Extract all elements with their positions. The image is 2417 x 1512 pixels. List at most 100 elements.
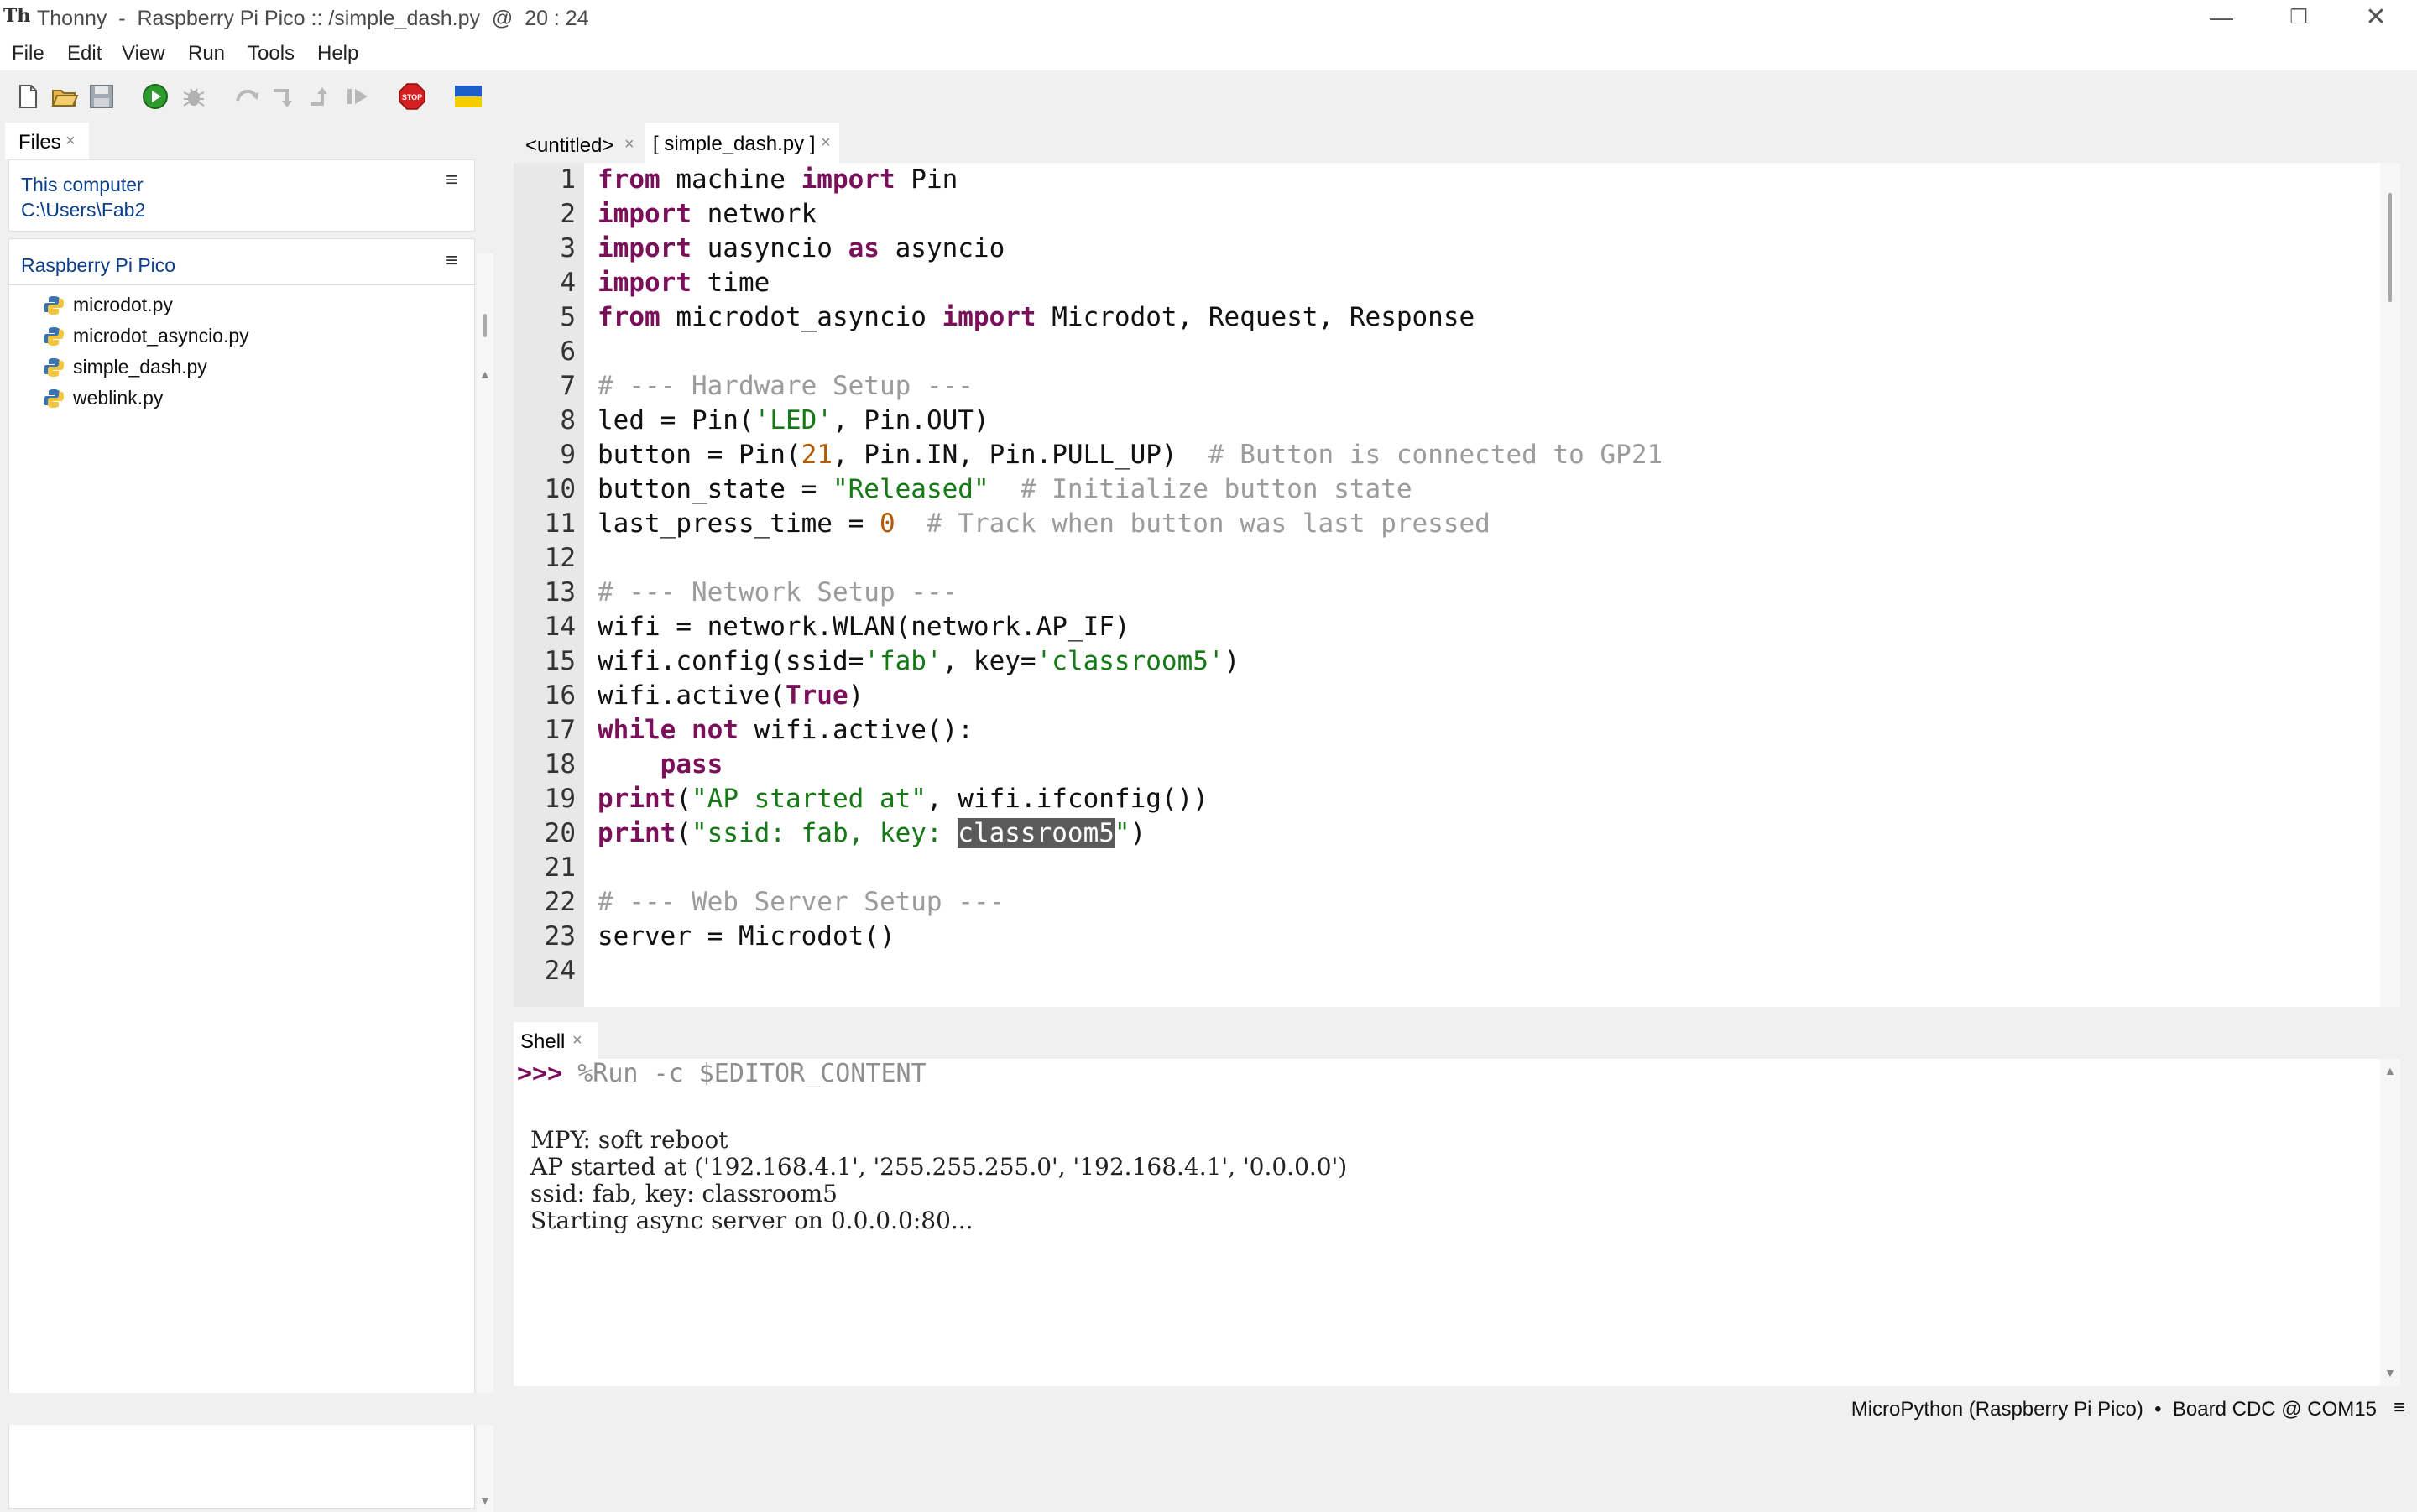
code-line: print("ssid: fab, key: classroom5") bbox=[598, 818, 1146, 848]
code-line: print("AP started at", wifi.ifconfig()) bbox=[598, 784, 1208, 814]
shell-tab[interactable]: Shell × bbox=[514, 1022, 598, 1059]
line-number-gutter: 1 2 3 4 5 6 7 8 9 10 11 12 13 14 15 16 17 18 19 20 21 22 23 24 bbox=[514, 163, 584, 1007]
line-number: 9 bbox=[560, 440, 576, 470]
save-icon[interactable] bbox=[87, 82, 116, 111]
file-name: microdot.py bbox=[73, 294, 173, 315]
file-row[interactable]: weblink.py bbox=[43, 384, 479, 414]
line-number: 8 bbox=[560, 405, 576, 435]
scroll-up-icon[interactable]: ▲ bbox=[479, 368, 491, 381]
tab-untitled[interactable]: <untitled> × bbox=[514, 126, 639, 163]
shell-scrollbar[interactable]: ▲ ▼ bbox=[2380, 1059, 2400, 1386]
menu-bar: File Edit View Run Tools Help bbox=[0, 37, 2417, 70]
run-icon[interactable] bbox=[141, 82, 170, 111]
stop-icon[interactable]: STOP bbox=[398, 82, 426, 111]
menu-help[interactable]: Help bbox=[317, 42, 358, 65]
menu-icon[interactable]: ≡ bbox=[446, 249, 457, 273]
shell-prompt: >>> %Run -c $EDITOR_CONTENT bbox=[517, 1059, 927, 1088]
python-file-icon bbox=[44, 358, 64, 377]
step-into-icon[interactable] bbox=[270, 82, 299, 111]
this-computer-path[interactable]: C:\Users\Fab2 bbox=[21, 199, 145, 222]
menu-file[interactable]: File bbox=[12, 42, 44, 65]
scrollbar-thumb[interactable] bbox=[483, 314, 487, 337]
toolbar: STOP bbox=[0, 70, 2417, 123]
line-number: 3 bbox=[560, 233, 576, 263]
files-panel: Files × This computer C:\Users\Fab2 ≡ Ra… bbox=[0, 123, 504, 1512]
tab-label: [ simple_dash.py ] bbox=[653, 133, 816, 155]
code-line: pass bbox=[660, 749, 723, 779]
line-number: 15 bbox=[544, 646, 576, 676]
code-line: import uasyncio as asyncio bbox=[598, 233, 1005, 263]
menu-icon[interactable]: ≡ bbox=[2394, 1396, 2405, 1420]
code-line: from machine import Pin bbox=[598, 164, 958, 195]
files-scrollbar[interactable]: ▲ ▼ bbox=[477, 253, 493, 1512]
close-tab-icon[interactable]: × bbox=[572, 1031, 582, 1051]
code-editor[interactable]: 1 2 3 4 5 6 7 8 9 10 11 12 13 14 15 16 17 18 19 20 21 22 23 24 … bbox=[514, 163, 2380, 1007]
scroll-down-icon[interactable]: ▼ bbox=[2384, 1366, 2396, 1379]
file-name: microdot_asyncio.py bbox=[73, 325, 249, 347]
resume-icon[interactable] bbox=[344, 82, 373, 111]
debug-icon[interactable] bbox=[180, 82, 208, 111]
shell-output-line: ssid: fab, key: classroom5 bbox=[530, 1180, 838, 1207]
code-line: while not wifi.active(): bbox=[598, 715, 974, 745]
files-tab[interactable]: Files × bbox=[5, 123, 89, 159]
line-number: 2 bbox=[560, 199, 576, 229]
menu-view[interactable]: View bbox=[122, 42, 165, 65]
file-name: simple_dash.py bbox=[73, 356, 207, 378]
code-line: wifi.active(True) bbox=[598, 680, 864, 711]
line-number: 24 bbox=[544, 956, 576, 986]
selected-text[interactable]: classroom5 bbox=[958, 818, 1115, 848]
open-folder-icon[interactable] bbox=[50, 82, 79, 111]
menu-run[interactable]: Run bbox=[188, 42, 225, 65]
python-file-icon bbox=[44, 327, 64, 346]
line-number: 4 bbox=[560, 268, 576, 298]
menu-icon[interactable]: ≡ bbox=[446, 169, 457, 192]
step-over-icon[interactable] bbox=[233, 82, 262, 111]
scroll-down-icon[interactable]: ▼ bbox=[479, 1494, 491, 1507]
code-line: button_state = "Released" # Initialize b… bbox=[598, 474, 1412, 504]
code-line: server = Microdot() bbox=[598, 921, 895, 952]
scroll-up-icon[interactable]: ▲ bbox=[2384, 1064, 2396, 1077]
close-tab-icon[interactable]: × bbox=[624, 135, 634, 154]
file-name: weblink.py bbox=[73, 387, 164, 409]
file-row[interactable]: microdot_asyncio.py bbox=[43, 322, 479, 352]
this-computer-section: This computer C:\Users\Fab2 ≡ bbox=[8, 159, 475, 232]
file-row[interactable]: simple_dash.py bbox=[43, 353, 479, 383]
file-row[interactable]: microdot.py bbox=[43, 291, 479, 321]
this-computer-title[interactable]: This computer bbox=[21, 174, 144, 196]
device-title[interactable]: Raspberry Pi Pico bbox=[21, 254, 175, 277]
shell-tab-label: Shell bbox=[520, 1030, 566, 1053]
minimize-button[interactable]: — bbox=[2184, 0, 2259, 37]
line-number: 17 bbox=[544, 715, 576, 745]
interpreter-status[interactable]: MicroPython (Raspberry Pi Pico) • Board … bbox=[1851, 1398, 2377, 1421]
title-bar: Th Thonny - Raspberry Pi Pico :: /simple… bbox=[0, 0, 2417, 37]
menu-tools[interactable]: Tools bbox=[248, 42, 295, 65]
menu-edit[interactable]: Edit bbox=[67, 42, 102, 65]
code-line: last_press_time = 0 # Track when button … bbox=[598, 508, 1490, 539]
line-number: 20 bbox=[544, 818, 576, 848]
scrollbar-thumb[interactable] bbox=[2388, 193, 2392, 302]
close-button[interactable]: ✕ bbox=[2338, 0, 2414, 37]
svg-text:STOP: STOP bbox=[402, 93, 422, 102]
code-line: button = Pin(21, Pin.IN, Pin.PULL_UP) # … bbox=[598, 440, 1663, 470]
new-file-icon[interactable] bbox=[13, 82, 42, 111]
step-out-icon[interactable] bbox=[307, 82, 336, 111]
close-tab-icon[interactable]: × bbox=[65, 132, 76, 151]
files-tab-label: Files bbox=[18, 131, 61, 154]
shell-command: %Run -c $EDITOR_CONTENT bbox=[577, 1059, 927, 1088]
restore-button[interactable]: ❐ bbox=[2261, 0, 2336, 37]
thonny-icon: Th bbox=[3, 5, 31, 27]
code-line: led = Pin('LED', Pin.OUT) bbox=[598, 405, 989, 435]
code-line: import network bbox=[598, 199, 817, 229]
close-tab-icon[interactable]: × bbox=[821, 133, 831, 153]
line-number: 23 bbox=[544, 921, 576, 952]
code-line: # --- Network Setup --- bbox=[598, 577, 958, 607]
code-line: # --- Hardware Setup --- bbox=[598, 371, 974, 401]
code-line: # --- Web Server Setup --- bbox=[598, 887, 1005, 917]
shell-console[interactable]: >>> %Run -c $EDITOR_CONTENT MPY: soft re… bbox=[514, 1059, 2380, 1386]
tab-simple-dash[interactable]: [ simple_dash.py ] × bbox=[645, 123, 839, 163]
line-number: 21 bbox=[544, 852, 576, 883]
shell-output-line: AP started at ('192.168.4.1', '255.255.2… bbox=[530, 1153, 1348, 1181]
line-number: 5 bbox=[560, 302, 576, 332]
editor-scrollbar[interactable] bbox=[2380, 163, 2400, 1007]
ukraine-flag-icon[interactable] bbox=[453, 82, 483, 111]
